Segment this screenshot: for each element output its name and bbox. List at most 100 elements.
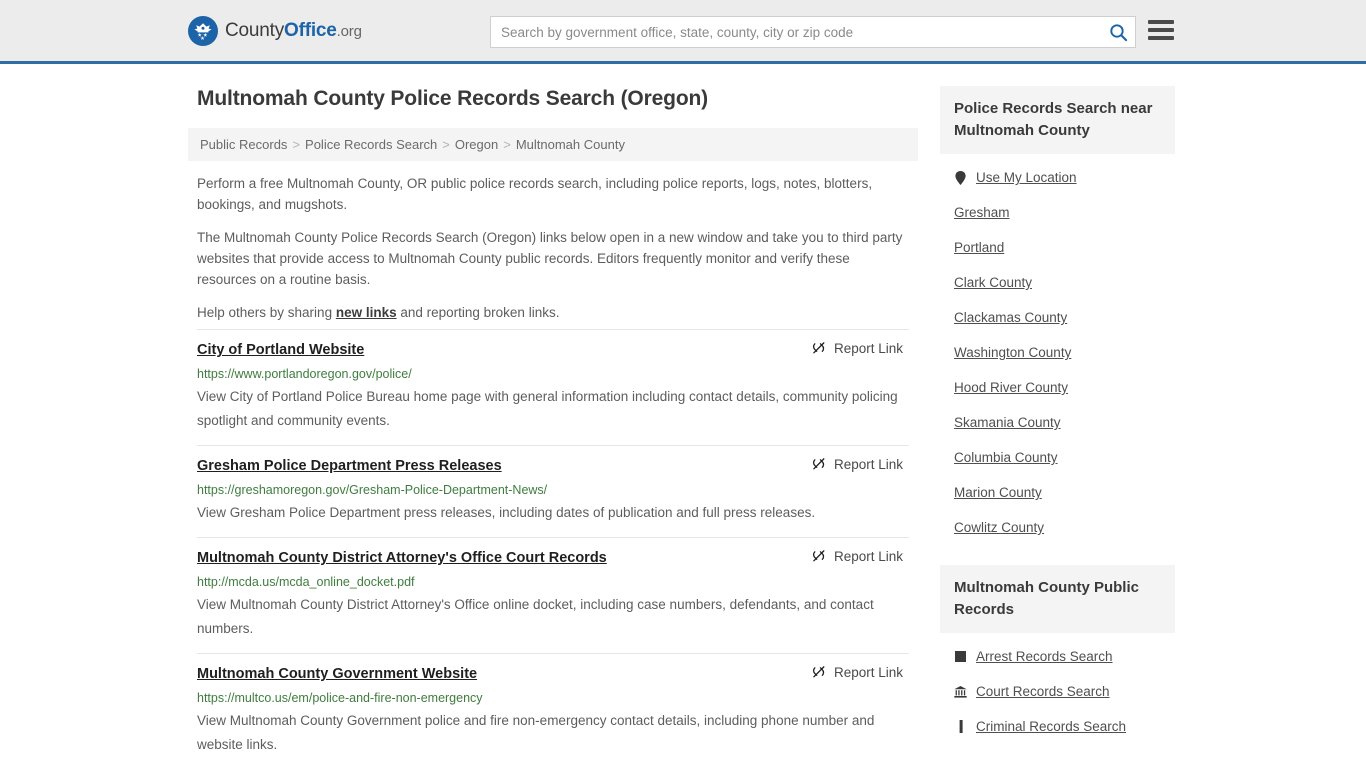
hamburger-bar-3: [1148, 36, 1174, 40]
sidebar-item-skamania-county[interactable]: Skamania County: [940, 405, 1175, 440]
sidebar-link-label[interactable]: Clark County: [954, 274, 1032, 291]
broken-link-icon: [812, 457, 827, 472]
result-item: City of Portland Website Report Link htt…: [197, 329, 909, 445]
sidebar-item-gresham[interactable]: Gresham: [940, 195, 1175, 230]
report-link-button[interactable]: Report Link: [812, 549, 903, 564]
sidebar-link-label[interactable]: Skamania County: [954, 414, 1061, 431]
sidebar-public-records-heading: Multnomah County Public Records: [940, 565, 1175, 633]
result-url: https://www.portlandoregon.gov/police/: [197, 367, 412, 381]
sidebar-nearby-list: Use My Location Gresham Portland Clark C…: [940, 154, 1175, 545]
result-item: Gresham Police Department Press Releases…: [197, 445, 909, 537]
report-link-label: Report Link: [833, 341, 903, 356]
report-link-label: Report Link: [833, 457, 903, 472]
brand-county-text: County: [225, 19, 285, 41]
sidebar-link-label[interactable]: Columbia County: [954, 449, 1058, 466]
sidebar-link-label[interactable]: Clackamas County: [954, 309, 1067, 326]
breadcrumb-separator: >: [442, 137, 450, 152]
intro-text: Perform a free Multnomah County, OR publ…: [188, 173, 918, 323]
broken-link-icon: [812, 341, 827, 356]
report-link-button[interactable]: Report Link: [812, 665, 903, 680]
sidebar-item-columbia-county[interactable]: Columbia County: [940, 440, 1175, 475]
brand-logo-link[interactable]: CountyOffice.org: [188, 15, 362, 46]
result-title-link[interactable]: Gresham Police Department Press Releases: [197, 456, 502, 476]
sidebar-item-criminal-records-search[interactable]: Criminal Records Search: [940, 709, 1175, 744]
sidebar-item-cowlitz-county[interactable]: Cowlitz County: [940, 510, 1175, 545]
sidebar-item-use-my-location[interactable]: Use My Location: [940, 160, 1175, 195]
courthouse-icon: [954, 685, 967, 698]
sidebar-link-label[interactable]: Court Records Search: [976, 683, 1110, 700]
sidebar-item-washington-county[interactable]: Washington County: [940, 335, 1175, 370]
header-inner: CountyOffice.org: [188, 0, 1178, 61]
sidebar-item-court-records-search[interactable]: Court Records Search: [940, 674, 1175, 709]
result-description: View Multnomah County District Attorney'…: [197, 597, 874, 636]
result-header: Multnomah County District Attorney's Off…: [197, 548, 909, 568]
sidebar-link-label[interactable]: Criminal Records Search: [976, 718, 1126, 735]
brand-office-text: Office: [284, 19, 337, 41]
result-item: Multnomah County Government Website Repo…: [197, 653, 909, 768]
sidebar-item-portland[interactable]: Portland: [940, 230, 1175, 265]
sidebar-link-label[interactable]: Use My Location: [976, 169, 1077, 186]
sidebar-link-label[interactable]: Arrest Records Search: [976, 648, 1113, 665]
new-links-link[interactable]: new links: [336, 305, 397, 320]
result-description: View Gresham Police Department press rel…: [197, 505, 816, 520]
intro-paragraph-3: Help others by sharing new links and rep…: [188, 302, 918, 323]
sidebar-item-arrest-records-search[interactable]: Arrest Records Search: [940, 639, 1175, 674]
sidebar-item-hood-river-county[interactable]: Hood River County: [940, 370, 1175, 405]
map-pin-icon: [954, 170, 967, 185]
menu-button[interactable]: [1148, 19, 1174, 41]
report-link-button[interactable]: Report Link: [812, 457, 903, 472]
report-link-label: Report Link: [833, 549, 903, 564]
county-office-eagle-icon: [188, 15, 218, 46]
breadcrumb-item-multnomah-county[interactable]: Multnomah County: [516, 137, 625, 152]
report-link-label: Report Link: [833, 665, 903, 680]
breadcrumb-item-oregon[interactable]: Oregon: [455, 137, 498, 152]
result-url: https://greshamoregon.gov/Gresham-Police…: [197, 483, 548, 497]
search-button[interactable]: [1101, 17, 1135, 47]
result-header: City of Portland Website Report Link: [197, 340, 909, 360]
sidebar-link-label[interactable]: Hood River County: [954, 379, 1068, 396]
sidebar-link-label[interactable]: Portland: [954, 239, 1004, 256]
hamburger-bar-1: [1148, 20, 1174, 24]
result-title-link[interactable]: Multnomah County Government Website: [197, 664, 477, 684]
sidebar-link-label[interactable]: Gresham: [954, 204, 1010, 221]
intro-paragraph-2: The Multnomah County Police Records Sear…: [197, 230, 903, 287]
sidebar-link-label[interactable]: Washington County: [954, 344, 1071, 361]
search-bar[interactable]: [490, 16, 1136, 48]
breadcrumb: Public Records > Police Records Search > Ore…: [188, 128, 918, 161]
sidebar-item-clackamas-county[interactable]: Clackamas County: [940, 300, 1175, 335]
result-title-link[interactable]: Multnomah County District Attorney's Off…: [197, 548, 607, 568]
site-header: CountyOffice.org: [0, 0, 1366, 64]
sidebar-item-clark-county[interactable]: Clark County: [940, 265, 1175, 300]
breadcrumb-item-police-records-search[interactable]: Police Records Search: [305, 137, 437, 152]
report-link-button[interactable]: Report Link: [812, 341, 903, 356]
fingerprint-card-icon: [954, 651, 967, 662]
search-input[interactable]: [491, 17, 1101, 47]
sidebar-nearby-heading: Police Records Search near Multnomah Cou…: [940, 86, 1175, 154]
sidebar-link-label[interactable]: Marion County: [954, 484, 1042, 501]
document-icon: [954, 720, 967, 733]
intro-p3-before: Help others by sharing: [197, 305, 336, 320]
brand-org-text: .org: [336, 22, 362, 40]
intro-paragraph-1: Perform a free Multnomah County, OR publ…: [197, 176, 873, 212]
sidebar-item-marion-county[interactable]: Marion County: [940, 475, 1175, 510]
broken-link-icon: [812, 549, 827, 564]
result-url: https://multco.us/em/police-and-fire-non…: [197, 691, 483, 705]
sidebar-link-label[interactable]: Cowlitz County: [954, 519, 1044, 536]
hamburger-bar-2: [1148, 28, 1174, 32]
page-body: Multnomah County Police Records Search (…: [188, 64, 1178, 768]
breadcrumb-separator: >: [503, 137, 511, 152]
page-title: Multnomah County Police Records Search (…: [197, 87, 709, 110]
brand-wordmark: CountyOffice.org: [225, 20, 362, 42]
result-header: Multnomah County Government Website Repo…: [197, 664, 909, 684]
breadcrumb-item-public-records[interactable]: Public Records: [200, 137, 287, 152]
broken-link-icon: [812, 665, 827, 680]
result-title-link[interactable]: City of Portland Website: [197, 340, 364, 360]
intro-p3-after: and reporting broken links.: [396, 305, 560, 320]
result-description: View City of Portland Police Bureau home…: [197, 389, 898, 428]
main-content: Multnomah County Police Records Search (…: [188, 86, 918, 768]
sidebar-public-records-list: Arrest Records Search Court Records Sear…: [940, 633, 1175, 744]
result-description: View Multnomah County Government police …: [197, 713, 875, 752]
result-item: Multnomah County District Attorney's Off…: [197, 537, 909, 653]
breadcrumb-separator: >: [292, 137, 301, 152]
